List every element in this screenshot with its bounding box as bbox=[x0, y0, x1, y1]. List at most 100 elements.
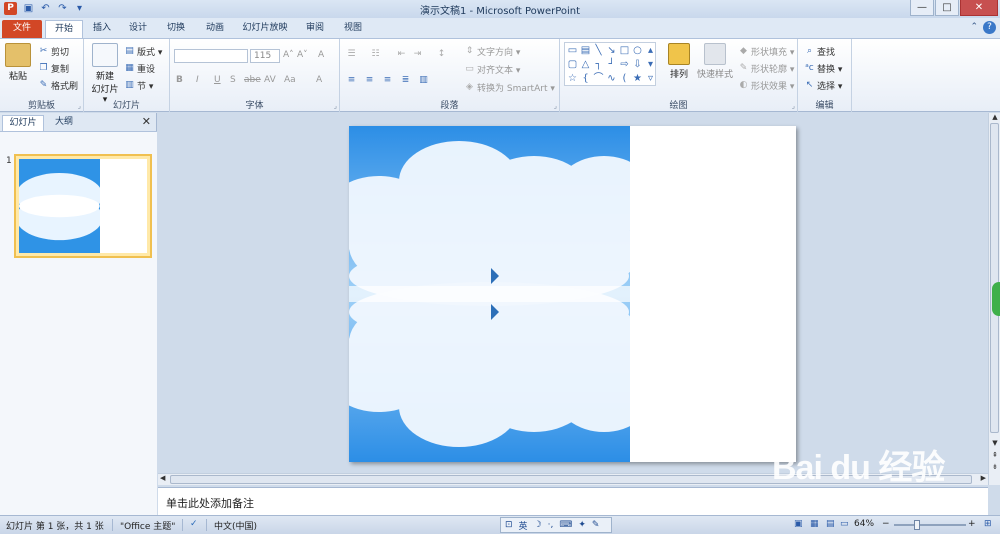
punctuation-icon[interactable]: ·, bbox=[548, 520, 554, 530]
text-direction-button[interactable]: ⇕ 文字方向 ▾ bbox=[464, 45, 521, 58]
arrow-line-shape-icon[interactable]: ↘ bbox=[605, 44, 618, 58]
side-float-button[interactable] bbox=[992, 282, 1000, 316]
ime-language[interactable]: 英 bbox=[519, 519, 528, 532]
slide-canvas[interactable] bbox=[349, 126, 796, 462]
clear-format-button[interactable]: A bbox=[318, 50, 324, 60]
zoom-slider[interactable] bbox=[894, 524, 966, 526]
select-button[interactable]: ↖ 选择 ▾ bbox=[804, 79, 843, 92]
shape-fill-button[interactable]: ◆ 形状填充 ▾ bbox=[738, 45, 794, 58]
shape-effects-button[interactable]: ◐ 形状效果 ▾ bbox=[738, 79, 795, 92]
align-center-button[interactable]: ≡ bbox=[364, 75, 375, 86]
triangle-shape-icon[interactable]: △ bbox=[579, 58, 592, 72]
ime-mode-icon[interactable]: ⊡ bbox=[505, 520, 513, 530]
tab-slides-pane[interactable]: 幻灯片 bbox=[2, 115, 44, 131]
numbering-button[interactable]: ☷ bbox=[370, 49, 381, 60]
zoom-in-button[interactable]: + bbox=[968, 519, 976, 529]
wrench-icon[interactable]: ✎ bbox=[592, 520, 600, 530]
align-left-button[interactable]: ≡ bbox=[346, 75, 357, 86]
decrease-indent-button[interactable]: ⇤ bbox=[396, 49, 407, 60]
arc-shape-icon[interactable]: ⌒ bbox=[592, 72, 605, 86]
maximize-button[interactable]: □ bbox=[935, 0, 959, 16]
new-slide-button[interactable]: 新建 幻灯片 ▾ bbox=[88, 43, 122, 105]
rounded-rect-shape-icon[interactable]: ▢ bbox=[566, 58, 579, 72]
ime-toolbar[interactable]: ⊡ 英 ☽ ·, ⌨ ✦ ✎ bbox=[500, 517, 612, 533]
find-button[interactable]: ⌕ 查找 bbox=[804, 45, 835, 58]
shrink-font-button[interactable]: A˅ bbox=[297, 50, 308, 60]
align-text-button[interactable]: ▭ 对齐文本 ▾ bbox=[464, 63, 520, 76]
font-size-combo[interactable]: 115 bbox=[250, 49, 280, 63]
italic-button[interactable]: I bbox=[196, 75, 199, 85]
tab-transitions[interactable]: 切换 bbox=[158, 20, 194, 38]
format-painter-button[interactable]: ✎ 格式刷 bbox=[38, 79, 78, 92]
zoom-level[interactable]: 64% bbox=[854, 519, 874, 529]
char-spacing-button[interactable]: AV bbox=[264, 75, 276, 85]
align-right-button[interactable]: ≡ bbox=[382, 75, 393, 86]
close-button[interactable]: ✕ bbox=[960, 0, 998, 16]
previous-slide-icon[interactable]: ⇞ bbox=[990, 451, 1000, 459]
textbox-shape-icon[interactable]: ▭ bbox=[566, 44, 579, 58]
tab-view[interactable]: 视图 bbox=[336, 20, 370, 38]
section-button[interactable]: ▥ 节 ▾ bbox=[124, 79, 153, 92]
bullets-button[interactable]: ☰ bbox=[346, 49, 357, 60]
tab-review[interactable]: 审阅 bbox=[298, 20, 332, 38]
oval-shape-icon[interactable]: ○ bbox=[631, 44, 644, 58]
increase-indent-button[interactable]: ⇥ bbox=[412, 49, 423, 60]
bold-button[interactable]: B bbox=[176, 75, 183, 85]
tab-slideshow[interactable]: 幻灯片放映 bbox=[236, 20, 294, 38]
star5-shape-icon[interactable]: ★ bbox=[631, 72, 644, 86]
notes-pane[interactable]: 单击此处添加备注 bbox=[158, 487, 988, 515]
close-icon[interactable]: ✕ bbox=[142, 115, 151, 128]
change-case-button[interactable]: Aa bbox=[284, 75, 296, 85]
grow-font-button[interactable]: A˄ bbox=[283, 50, 294, 60]
shadow-button[interactable]: S bbox=[230, 75, 236, 85]
font-color-button[interactable]: A bbox=[316, 75, 322, 85]
convert-smartart-button[interactable]: ◈ 转换为 SmartArt ▾ bbox=[464, 81, 555, 94]
dialog-launcher-icon[interactable]: ⌟ bbox=[554, 102, 557, 110]
arrange-button[interactable]: 排列 bbox=[664, 43, 694, 80]
tab-home[interactable]: 开始 bbox=[45, 20, 83, 38]
slide-sorter-icon[interactable]: ▦ bbox=[810, 519, 819, 529]
scroll-thumb[interactable] bbox=[990, 123, 999, 433]
tab-outline-pane[interactable]: 大纲 bbox=[46, 115, 82, 131]
fit-to-window-icon[interactable]: ⊞ bbox=[984, 519, 992, 529]
tab-insert[interactable]: 插入 bbox=[86, 20, 118, 38]
textbox-v-shape-icon[interactable]: ▤ bbox=[579, 44, 592, 58]
tab-file[interactable]: 文件 bbox=[2, 20, 42, 38]
elbow-shape-icon[interactable]: ┐ bbox=[592, 58, 605, 72]
notes-placeholder[interactable]: 单击此处添加备注 bbox=[166, 495, 254, 511]
star-shape-icon[interactable]: ☆ bbox=[566, 72, 579, 86]
scroll-right-icon[interactable]: ▶ bbox=[981, 474, 986, 482]
gallery-more-icon[interactable]: ▿ bbox=[644, 72, 657, 86]
gallery-down-icon[interactable]: ▾ bbox=[644, 58, 657, 72]
font-name-combo[interactable] bbox=[174, 49, 248, 63]
down-arrow-shape-icon[interactable]: ⇩ bbox=[631, 58, 644, 72]
scroll-up-icon[interactable]: ▲ bbox=[990, 113, 1000, 121]
strikethrough-button[interactable]: abe bbox=[244, 75, 261, 85]
language-status[interactable]: 中文(中国) bbox=[214, 519, 257, 532]
spellcheck-icon[interactable]: ✓ bbox=[190, 519, 198, 529]
normal-view-icon[interactable]: ▣ bbox=[794, 519, 803, 529]
scroll-left-icon[interactable]: ◀ bbox=[160, 474, 165, 482]
cloud-image[interactable] bbox=[349, 126, 630, 462]
gallery-up-icon[interactable]: ▴ bbox=[644, 44, 657, 58]
reset-button[interactable]: ▦ 重设 bbox=[124, 62, 155, 75]
shapes-gallery[interactable]: ▭ ▤ ╲ ↘ □ ○ ▴ ▢ △ ┐ ┘ ⇨ ⇩ ▾ ☆{⌒ ∿(★ ▿ bbox=[564, 42, 656, 86]
ribbon-collapse-icon[interactable]: ⌃ bbox=[970, 22, 978, 32]
ime-settings-icon[interactable]: ✦ bbox=[578, 520, 586, 530]
justify-button[interactable]: ≣ bbox=[400, 75, 411, 86]
tab-animations[interactable]: 动画 bbox=[198, 20, 232, 38]
zoom-slider-thumb[interactable] bbox=[914, 520, 920, 530]
line-spacing-button[interactable]: ↕ bbox=[436, 49, 447, 60]
brace-shape-icon[interactable]: { bbox=[579, 72, 592, 86]
layout-button[interactable]: ▤ 版式 ▾ bbox=[124, 45, 162, 58]
theme-status[interactable]: "Office 主题" bbox=[120, 519, 175, 532]
dialog-launcher-icon[interactable]: ⌟ bbox=[334, 102, 337, 110]
tab-design[interactable]: 设计 bbox=[122, 20, 154, 38]
right-arrow-shape-icon[interactable]: ⇨ bbox=[618, 58, 631, 72]
moon-icon[interactable]: ☽ bbox=[534, 520, 542, 530]
dialog-launcher-icon[interactable]: ⌟ bbox=[78, 102, 81, 110]
bracket-shape-icon[interactable]: ( bbox=[618, 72, 631, 86]
scroll-down-icon[interactable]: ▼ bbox=[990, 439, 1000, 447]
line-shape-icon[interactable]: ╲ bbox=[592, 44, 605, 58]
slide-thumbnail[interactable] bbox=[14, 154, 152, 258]
